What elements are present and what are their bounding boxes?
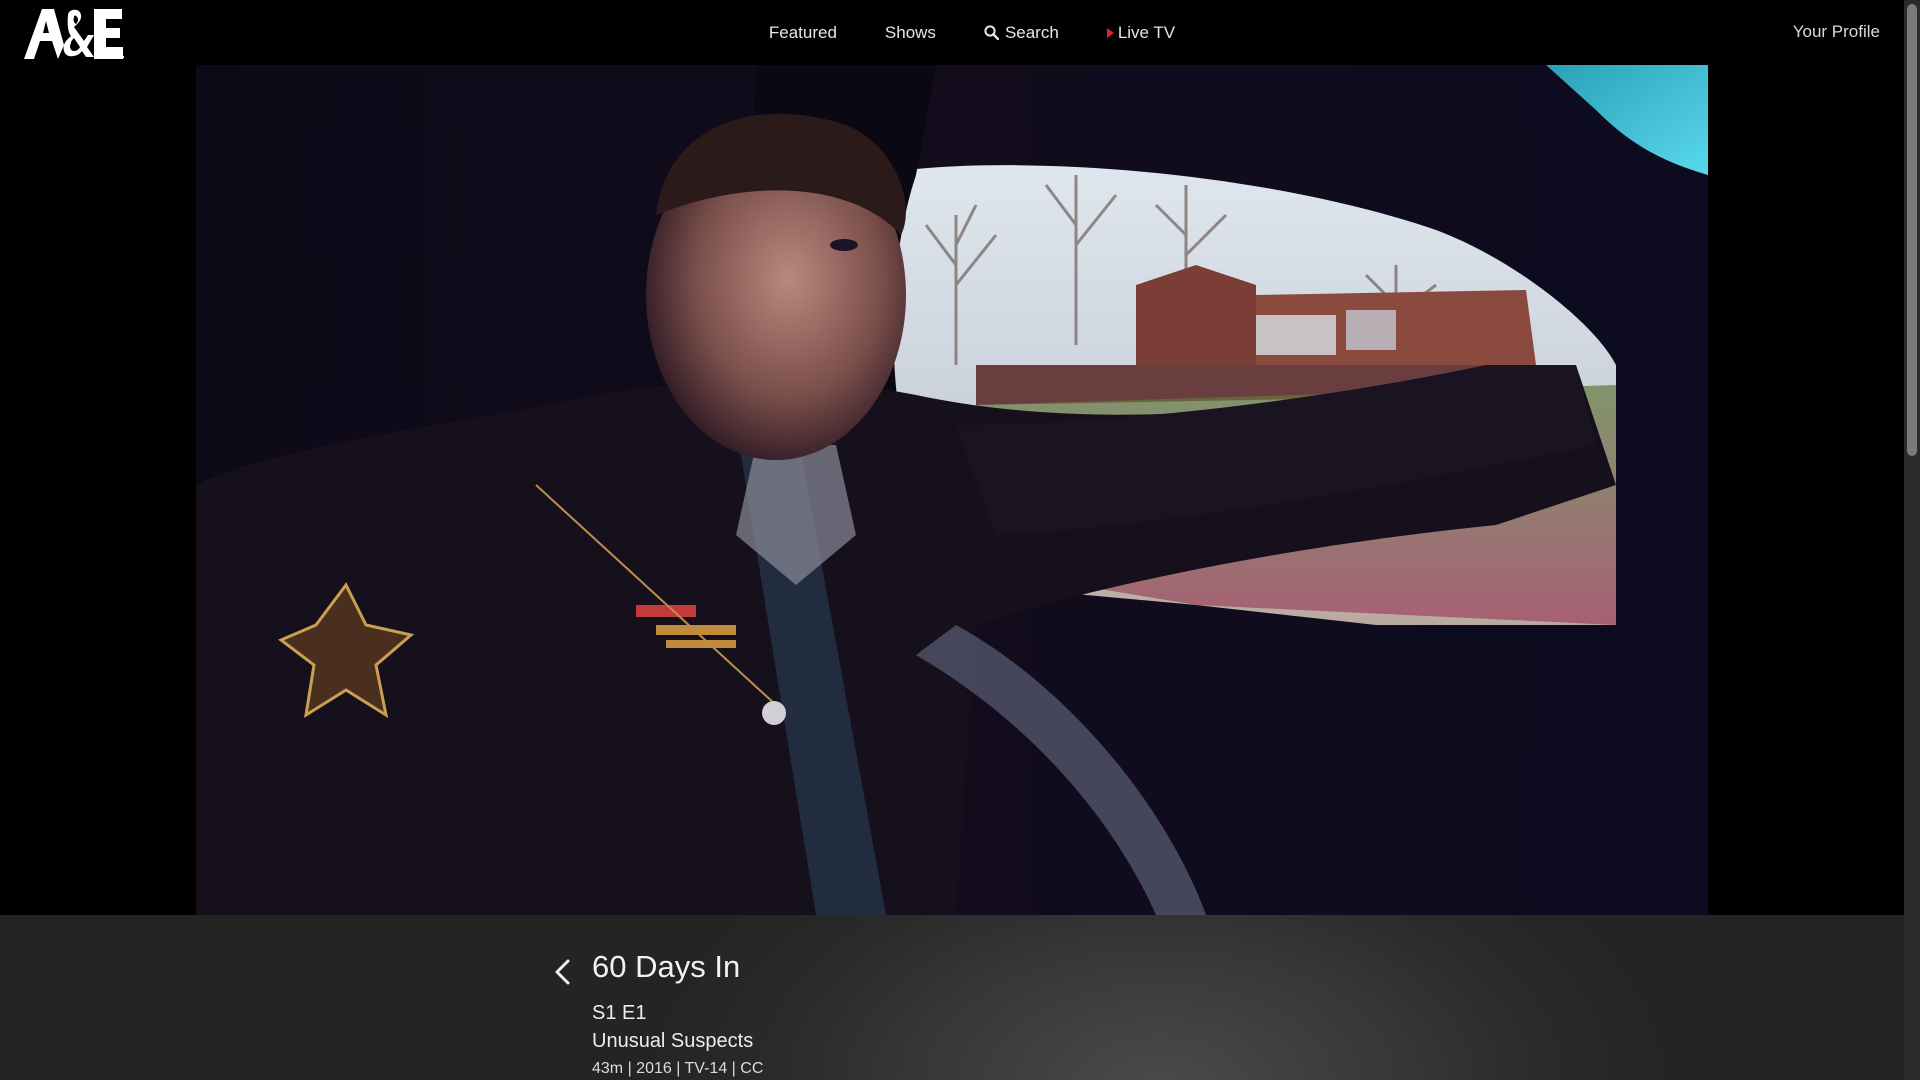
scrollbar-thumb[interactable] xyxy=(1907,4,1917,456)
nav-featured[interactable]: Featured xyxy=(769,23,837,43)
page-scrollbar[interactable] xyxy=(1904,0,1920,1080)
episode-number: S1 E1 xyxy=(592,1002,647,1024)
nav-live-tv-label: Live TV xyxy=(1117,22,1176,42)
nav-featured-label: Featured xyxy=(768,22,837,42)
episode-title: Unusual Suspects xyxy=(592,1030,754,1052)
video-player[interactable] xyxy=(196,65,1708,915)
app-page: Featured Shows Search Live TV Your Profi… xyxy=(0,0,1920,1080)
back-button[interactable] xyxy=(552,955,574,989)
chevron-left-icon xyxy=(555,959,570,985)
episode-info-panel: 60 Days In S1 E1 Unusual Suspects 43m | … xyxy=(0,915,1904,1080)
nav-search-label: Search xyxy=(1004,22,1059,42)
nav-shows-label: Shows xyxy=(884,22,936,42)
show-title: 60 Days In xyxy=(592,949,741,984)
live-play-icon xyxy=(1106,27,1114,38)
video-frame xyxy=(196,65,1708,915)
top-header: Featured Shows Search Live TV Your Profi… xyxy=(0,0,1904,65)
nav-search[interactable]: Search xyxy=(984,23,1059,43)
nav-shows[interactable]: Shows xyxy=(885,23,936,43)
episode-meta: 43m | 2016 | TV-14 | CC xyxy=(592,1060,764,1077)
nav-live-tv[interactable]: Live TV xyxy=(1106,22,1176,43)
search-icon xyxy=(984,25,999,40)
main-nav: Featured Shows Search Live TV xyxy=(0,0,1904,65)
your-profile-link[interactable]: Your Profile xyxy=(1793,22,1880,42)
